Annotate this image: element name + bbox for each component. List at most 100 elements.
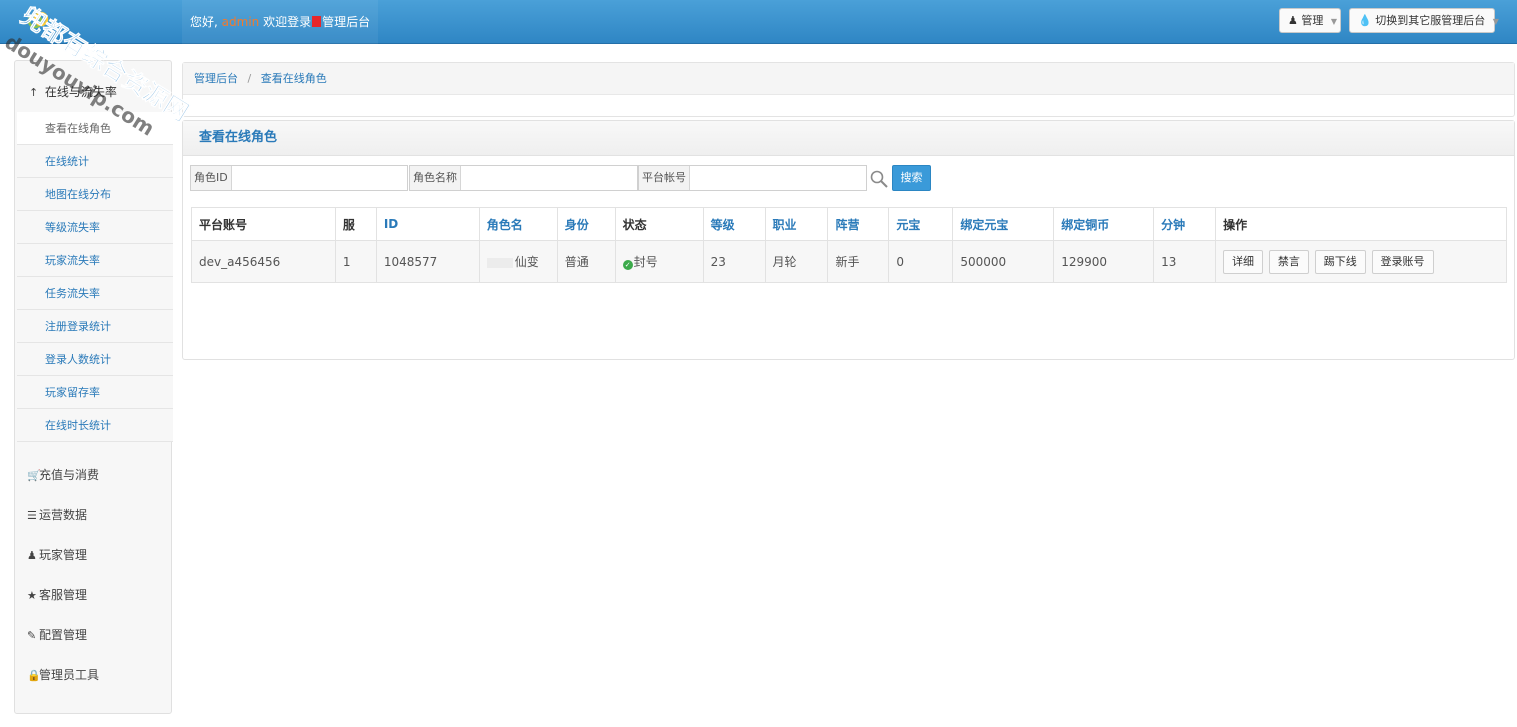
sidebar-item-online-stats[interactable]: 在线统计: [17, 145, 173, 178]
welcome-message: 您好, admin 欢迎登录 管理后台: [182, 0, 379, 44]
sidebar-group-label: 配置管理: [39, 628, 88, 642]
mute-button[interactable]: 禁言: [1268, 249, 1309, 274]
col-header-level[interactable]: 等级: [702, 207, 766, 241]
role-name-text: 仙变: [514, 255, 539, 269]
check-circle-icon: ✓: [622, 260, 633, 270]
role-name-input[interactable]: [461, 166, 637, 190]
greeting-suffix: 管理后台: [322, 15, 371, 29]
top-navbar: 您好, admin 欢迎登录 管理后台 ♟ 管理 ▼ 💧 切换到其它服管理后台 ▼: [0, 0, 1517, 44]
sidebar-item-retention[interactable]: 玩家留存率: [17, 376, 173, 409]
sidebar-item-online-duration[interactable]: 在线时长统计: [17, 409, 173, 442]
col-header-profession[interactable]: 职业: [764, 207, 829, 241]
user-icon: ♟: [27, 549, 37, 562]
sidebar-item-view-online-roles[interactable]: 查看在线角色: [17, 112, 173, 145]
username: admin: [221, 15, 260, 29]
drop-icon: 💧: [1358, 14, 1372, 27]
cell-minutes: 13: [1153, 240, 1217, 283]
sidebar-group-label: 管理员工具: [39, 668, 100, 682]
cell-level: 23: [702, 240, 766, 283]
breadcrumb-home-link[interactable]: 管理后台: [194, 72, 238, 85]
detail-button[interactable]: 详细: [1223, 249, 1264, 274]
kick-offline-button[interactable]: 踢下线: [1314, 249, 1366, 274]
col-header-server: 服: [334, 207, 377, 241]
col-header-bind-copper[interactable]: 绑定铜币: [1053, 207, 1155, 241]
col-header-id[interactable]: ID: [375, 207, 480, 241]
role-id-search-group: 角色ID: [190, 165, 408, 191]
breadcrumb-panel: 管理后台 / 查看在线角色: [182, 62, 1515, 117]
sidebar-item-level-churn[interactable]: 等级流失率: [17, 211, 173, 244]
sidebar-item-login-count[interactable]: 登录人数统计: [17, 343, 173, 376]
sidebar-section-online-churn[interactable]: ↑ 在线与流失率: [15, 77, 171, 107]
col-header-yuanbao[interactable]: 元宝: [888, 207, 954, 241]
search-icon[interactable]: [869, 169, 889, 189]
login-account-button[interactable]: 登录账号: [1371, 249, 1434, 274]
sidebar-group-label: 玩家管理: [39, 548, 88, 562]
sidebar-section-label: 在线与流失率: [44, 85, 117, 99]
sidebar-submenu: 查看在线角色 在线统计 地图在线分布 等级流失率 玩家流失率 任务流失率 注册登…: [17, 112, 173, 442]
sidebar: ↑ 在线与流失率 查看在线角色 在线统计 地图在线分布 等级流失率 玩家流失率 …: [14, 60, 173, 714]
cell-camp: 新手: [827, 240, 890, 283]
edit-icon: ✎: [27, 629, 37, 642]
sidebar-item-label: 注册登录统计: [45, 320, 111, 333]
flag-icon: [312, 16, 322, 27]
role-name-search-group: 角色名称: [409, 165, 638, 191]
chevron-down-icon: ▼: [1330, 17, 1338, 26]
logo-icon[interactable]: [26, 8, 50, 32]
user-icon: ♟: [1288, 14, 1298, 27]
sidebar-group-config[interactable]: ✎ 配置管理: [27, 625, 87, 645]
cell-bind-copper: 129900: [1053, 240, 1155, 283]
breadcrumb-separator: /: [247, 72, 252, 85]
col-header-minutes[interactable]: 分钟: [1153, 207, 1217, 241]
cell-status[interactable]: ✓ 封号: [614, 240, 704, 283]
cell-account: dev_a456456: [191, 240, 336, 283]
panel-title: 查看在线角色: [183, 121, 1514, 156]
sidebar-item-label: 等级流失率: [45, 221, 100, 234]
role-id-input[interactable]: [232, 166, 407, 190]
greeting-mid: 欢迎登录: [263, 15, 312, 29]
redacted-name: [486, 257, 513, 268]
sidebar-group-label: 运营数据: [39, 508, 88, 522]
switch-server-dropdown-button[interactable]: 💧 切换到其它服管理后台 ▼: [1349, 8, 1499, 33]
sidebar-group-admin-tools[interactable]: 🔒管理员工具: [27, 665, 99, 685]
breadcrumb: 管理后台 / 查看在线角色: [183, 63, 1514, 95]
sidebar-group-recharge[interactable]: 🛒充值与消费: [27, 465, 99, 485]
greeting-prefix: 您好,: [190, 15, 218, 29]
cell-role-name: 仙变: [478, 240, 558, 283]
online-roles-table: 平台账号 服 ID 角色名 身份 状态 等级 职业 阵营 元宝 绑定元宝 绑定铜…: [191, 207, 1507, 283]
sidebar-group-players[interactable]: ♟ 玩家管理: [27, 545, 87, 565]
sidebar-item-register-login[interactable]: 注册登录统计: [17, 310, 173, 343]
sidebar-group-support[interactable]: ★ 客服管理: [27, 585, 87, 605]
col-header-camp[interactable]: 阵营: [827, 207, 890, 241]
account-search-group: 平台帐号: [638, 165, 867, 191]
role-name-label: 角色名称: [410, 166, 461, 190]
search-button[interactable]: 搜索: [892, 165, 931, 191]
col-header-identity[interactable]: 身份: [556, 207, 616, 241]
col-header-role-name[interactable]: 角色名: [478, 207, 558, 241]
account-label: 平台帐号: [639, 166, 690, 190]
cart-icon: 🛒: [27, 469, 41, 482]
online-roles-panel: 查看在线角色 角色ID 角色名称 平台帐号 搜索 平台账号 服 ID 角色名 身…: [182, 120, 1515, 360]
switch-label: 切换到其它服管理后台: [1375, 14, 1486, 27]
col-header-account: 平台账号: [191, 207, 336, 241]
sidebar-item-label: 查看在线角色: [45, 122, 111, 135]
sidebar-group-operations[interactable]: ☰ 运营数据: [27, 505, 87, 525]
table-header-row: 平台账号 服 ID 角色名 身份 状态 等级 职业 阵营 元宝 绑定元宝 绑定铜…: [191, 207, 1507, 241]
cell-server: 1: [334, 240, 377, 283]
col-header-bind-yuanbao[interactable]: 绑定元宝: [952, 207, 1055, 241]
sidebar-item-label: 在线时长统计: [45, 419, 111, 432]
breadcrumb-current[interactable]: 查看在线角色: [261, 72, 327, 85]
sidebar-item-label: 登录人数统计: [45, 353, 111, 366]
account-input[interactable]: [690, 166, 866, 190]
sidebar-item-map-online[interactable]: 地图在线分布: [17, 178, 173, 211]
sidebar-item-label: 地图在线分布: [45, 188, 111, 201]
sidebar-item-label: 玩家留存率: [45, 386, 100, 399]
sidebar-item-player-churn[interactable]: 玩家流失率: [17, 244, 173, 277]
list-icon: ☰: [27, 509, 37, 522]
chevron-down-icon: ▼: [1492, 17, 1499, 26]
cell-identity: 普通: [556, 240, 616, 283]
sidebar-item-task-churn[interactable]: 任务流失率: [17, 277, 173, 310]
manage-label: 管理: [1301, 14, 1324, 27]
lock-icon: 🔒: [27, 669, 41, 682]
cell-actions: 详细 禁言 踢下线 登录账号: [1215, 240, 1507, 283]
manage-dropdown-button[interactable]: ♟ 管理 ▼: [1279, 8, 1341, 33]
